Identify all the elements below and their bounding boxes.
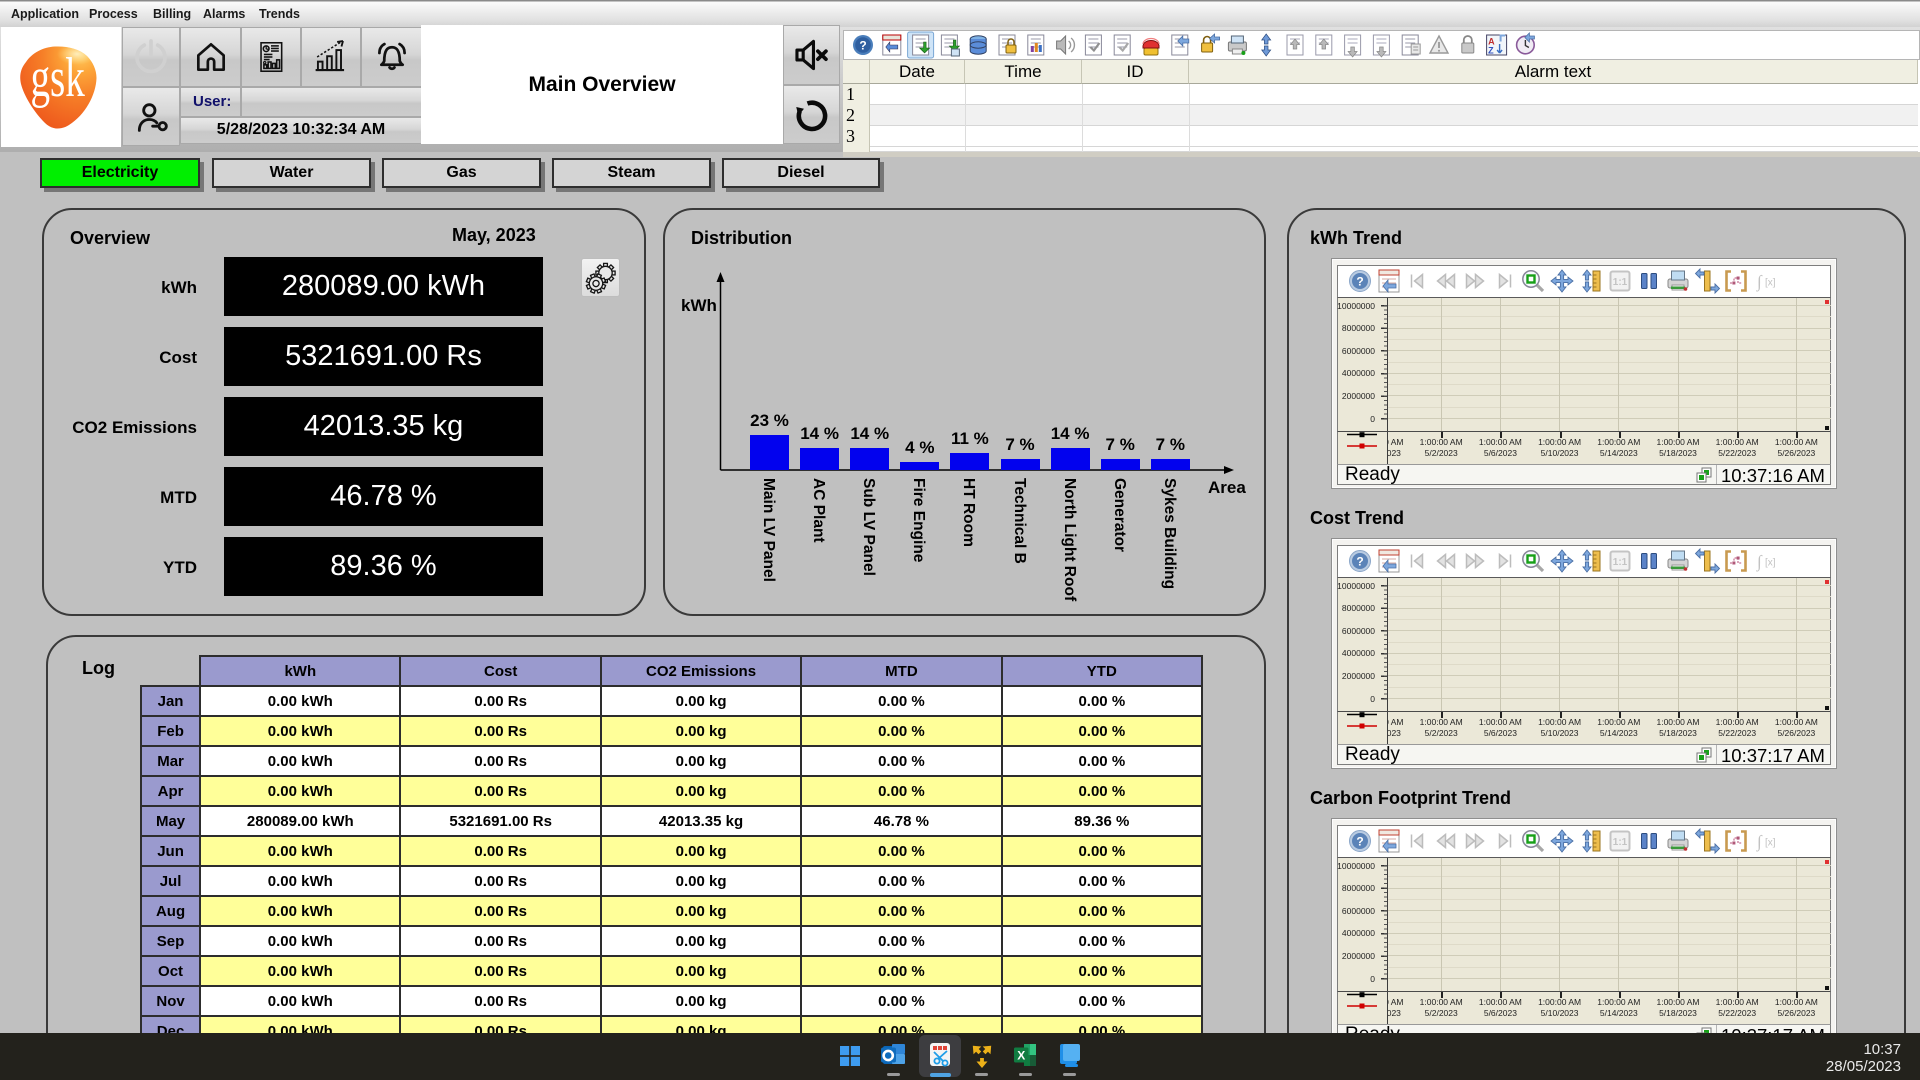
svg-text:1:1: 1:1 [1613,277,1628,288]
svg-text:gsk: gsk [30,47,85,108]
svg-text:?: ? [1356,275,1363,289]
svg-text:[x]: [x] [1765,838,1776,849]
svg-text:∫: ∫ [1756,272,1763,292]
svg-text:[x]: [x] [1765,278,1776,289]
svg-text:?: ? [859,39,866,53]
svg-text:[x]: [x] [1765,558,1776,569]
svg-text:∫: ∫ [1756,552,1763,572]
svg-text:1:1: 1:1 [1613,557,1628,568]
svg-text:∫: ∫ [1756,832,1763,852]
svg-text:Z: Z [1488,46,1494,56]
svg-text:?: ? [1356,835,1363,849]
svg-text:X: X [1017,1049,1025,1063]
svg-text:?: ? [1356,555,1363,569]
svg-text:1:1: 1:1 [1613,837,1628,848]
